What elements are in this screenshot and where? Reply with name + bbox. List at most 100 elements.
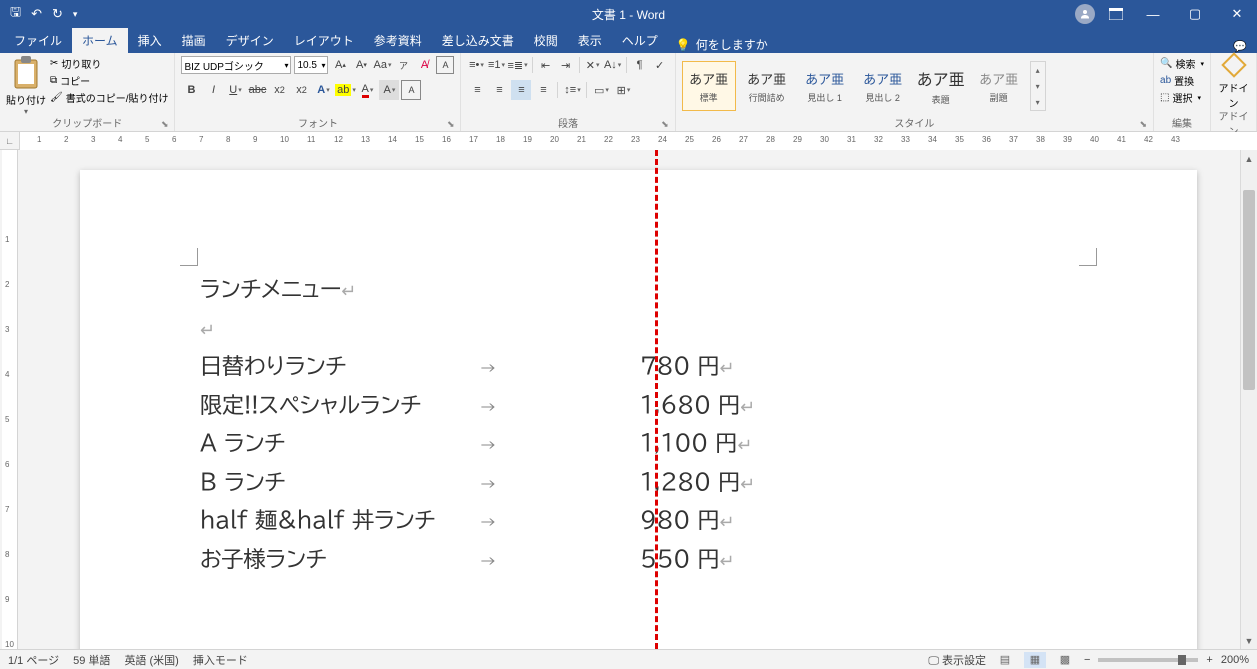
asian-layout-button[interactable]: ✕	[584, 56, 602, 74]
scroll-thumb[interactable]	[1243, 190, 1255, 390]
line-spacing-button[interactable]: ↕≡	[562, 80, 582, 100]
display-settings-button[interactable]: 🖵 表示設定	[928, 652, 986, 668]
underline-button[interactable]: U	[225, 80, 245, 100]
menu-item-name: 限定!!スペシャルランチ	[200, 386, 480, 425]
subscript-button[interactable]: x2	[269, 80, 289, 100]
style-title[interactable]: あア亜表題	[914, 61, 968, 111]
italic-button[interactable]: I	[203, 80, 223, 100]
tab-home[interactable]: ホーム	[72, 28, 128, 53]
style-no-spacing[interactable]: あア亜行間詰め	[740, 61, 794, 111]
sort-button[interactable]: A↓	[604, 56, 622, 74]
style-heading1[interactable]: あア亜見出し 1	[798, 61, 852, 111]
tab-help[interactable]: ヘルプ	[612, 28, 668, 53]
status-language[interactable]: 英語 (米国)	[124, 652, 178, 668]
style-normal[interactable]: あア亜標準	[682, 61, 736, 111]
font-name-select[interactable]: BIZ UDPゴシック▾	[181, 56, 291, 74]
align-left-button[interactable]: ≡	[467, 80, 487, 100]
borders-button[interactable]: ⊞	[613, 80, 633, 100]
show-marks-button[interactable]: ¶	[631, 56, 649, 74]
shrink-font-button[interactable]: A▾	[352, 56, 370, 74]
copy-button[interactable]: ⧉コピー	[50, 73, 168, 88]
status-insert-mode[interactable]: 挿入モード	[193, 652, 248, 668]
view-read-mode[interactable]: ▤	[994, 652, 1016, 668]
view-print-layout[interactable]: ▦	[1024, 652, 1046, 668]
styles-gallery-more[interactable]: ▴▾▾	[1030, 61, 1046, 111]
window-title: 文書 1 - Word	[592, 6, 665, 23]
maximize-button[interactable]: ▢	[1175, 0, 1215, 28]
phonetic-guide-button[interactable]: ア	[394, 56, 412, 74]
shading-button[interactable]: ▭	[591, 80, 611, 100]
font-size-select[interactable]: 10.5▾	[294, 56, 328, 74]
tab-view[interactable]: 表示	[568, 28, 612, 53]
zoom-slider-thumb[interactable]	[1178, 655, 1186, 665]
style-subtitle[interactable]: あア亜副題	[972, 61, 1026, 111]
superscript-button[interactable]: x2	[291, 80, 311, 100]
replace-button[interactable]: ab置換	[1160, 73, 1194, 88]
view-web-layout[interactable]: ▩	[1054, 652, 1076, 668]
vertical-ruler[interactable]: 12345678910	[2, 150, 18, 649]
tab-references[interactable]: 参考資料	[364, 28, 432, 53]
paragraph-launcher-icon[interactable]: ⬊	[661, 119, 669, 130]
align-justify-button[interactable]: ≡	[511, 80, 531, 100]
tab-file[interactable]: ファイル	[4, 28, 72, 53]
clipboard-launcher-icon[interactable]: ⬊	[161, 119, 169, 130]
ribbon-display-options-icon[interactable]	[1101, 8, 1131, 20]
change-case-button[interactable]: Aa	[373, 56, 391, 74]
enclose-characters-button[interactable]: A	[436, 56, 454, 74]
user-avatar[interactable]	[1075, 4, 1095, 24]
bullets-button[interactable]: ≡•	[467, 56, 485, 74]
tab-design[interactable]: デザイン	[216, 28, 284, 53]
zoom-in-button[interactable]: +	[1206, 654, 1212, 666]
page[interactable]: ランチメニュー↵ ↵ 日替わりランチ→780 円↵限定!!スペシャルランチ→1,…	[80, 170, 1197, 649]
qat-customize-icon[interactable]: ▾	[73, 9, 78, 20]
status-word-count[interactable]: 59 単語	[73, 652, 110, 668]
text-effects-button[interactable]: A	[313, 80, 333, 100]
increase-indent-button[interactable]: ⇥	[557, 56, 575, 74]
document-content[interactable]: ランチメニュー↵ ↵ 日替わりランチ→780 円↵限定!!スペシャルランチ→1,…	[200, 270, 1077, 578]
font-launcher-icon[interactable]: ⬊	[447, 119, 455, 130]
minimize-button[interactable]: —	[1133, 0, 1173, 28]
addin-icon[interactable]	[1221, 52, 1246, 77]
comments-icon[interactable]: 💬	[1233, 40, 1247, 53]
tab-review[interactable]: 校閲	[524, 28, 568, 53]
tab-mailings[interactable]: 差し込み文書	[432, 28, 524, 53]
format-painter-button[interactable]: 🖌書式のコピー/貼り付け	[50, 90, 168, 105]
numbering-button[interactable]: ≡1	[487, 56, 505, 74]
horizontal-ruler[interactable]: ∟ 12345678910111213141516171819202122232…	[0, 132, 1257, 150]
undo-icon[interactable]: ↶	[31, 6, 42, 22]
find-button[interactable]: 🔍検索▾	[1160, 56, 1204, 71]
character-shading-button[interactable]: A	[379, 80, 399, 100]
vertical-scrollbar[interactable]: ▲ ▼	[1240, 150, 1257, 649]
multilevel-list-button[interactable]: ≡≣	[507, 56, 527, 74]
clear-formatting-button[interactable]: A̸	[415, 56, 433, 74]
style-heading2[interactable]: あア亜見出し 2	[856, 61, 910, 111]
align-distribute-button[interactable]: ≡	[533, 80, 553, 100]
zoom-out-button[interactable]: −	[1084, 654, 1090, 666]
status-page[interactable]: 1/1 ページ	[8, 652, 59, 668]
character-border-button[interactable]: A	[401, 80, 421, 100]
tab-layout[interactable]: レイアウト	[284, 28, 364, 53]
font-color-button[interactable]: A	[357, 80, 377, 100]
bold-button[interactable]: B	[181, 80, 201, 100]
tab-insert[interactable]: 挿入	[128, 28, 172, 53]
close-button[interactable]: ✕	[1217, 0, 1257, 28]
strikethrough-button[interactable]: abc	[247, 80, 267, 100]
styles-launcher-icon[interactable]: ⬊	[1139, 119, 1147, 130]
zoom-level[interactable]: 200%	[1221, 654, 1249, 666]
tab-selector[interactable]: ∟	[0, 132, 20, 150]
redo-icon[interactable]: ↻	[52, 6, 63, 22]
scroll-up-icon[interactable]: ▲	[1241, 150, 1257, 167]
decrease-indent-button[interactable]: ⇤	[537, 56, 555, 74]
show-marks-button2[interactable]: ✓	[651, 56, 669, 74]
zoom-slider[interactable]	[1098, 658, 1198, 662]
highlight-button[interactable]: ab	[335, 80, 355, 100]
grow-font-button[interactable]: A▴	[331, 56, 349, 74]
align-center-button[interactable]: ≡	[489, 80, 509, 100]
save-icon[interactable]: 🖫	[10, 3, 21, 25]
scroll-down-icon[interactable]: ▼	[1241, 632, 1257, 649]
cut-button[interactable]: ✂切り取り	[50, 56, 168, 71]
select-button[interactable]: ⬚選択▾	[1160, 90, 1201, 105]
tab-draw[interactable]: 描画	[172, 28, 216, 53]
paste-button[interactable]: 貼り付け ▾	[6, 56, 46, 116]
tell-me-search[interactable]: 💡 何をしますか	[676, 36, 768, 53]
